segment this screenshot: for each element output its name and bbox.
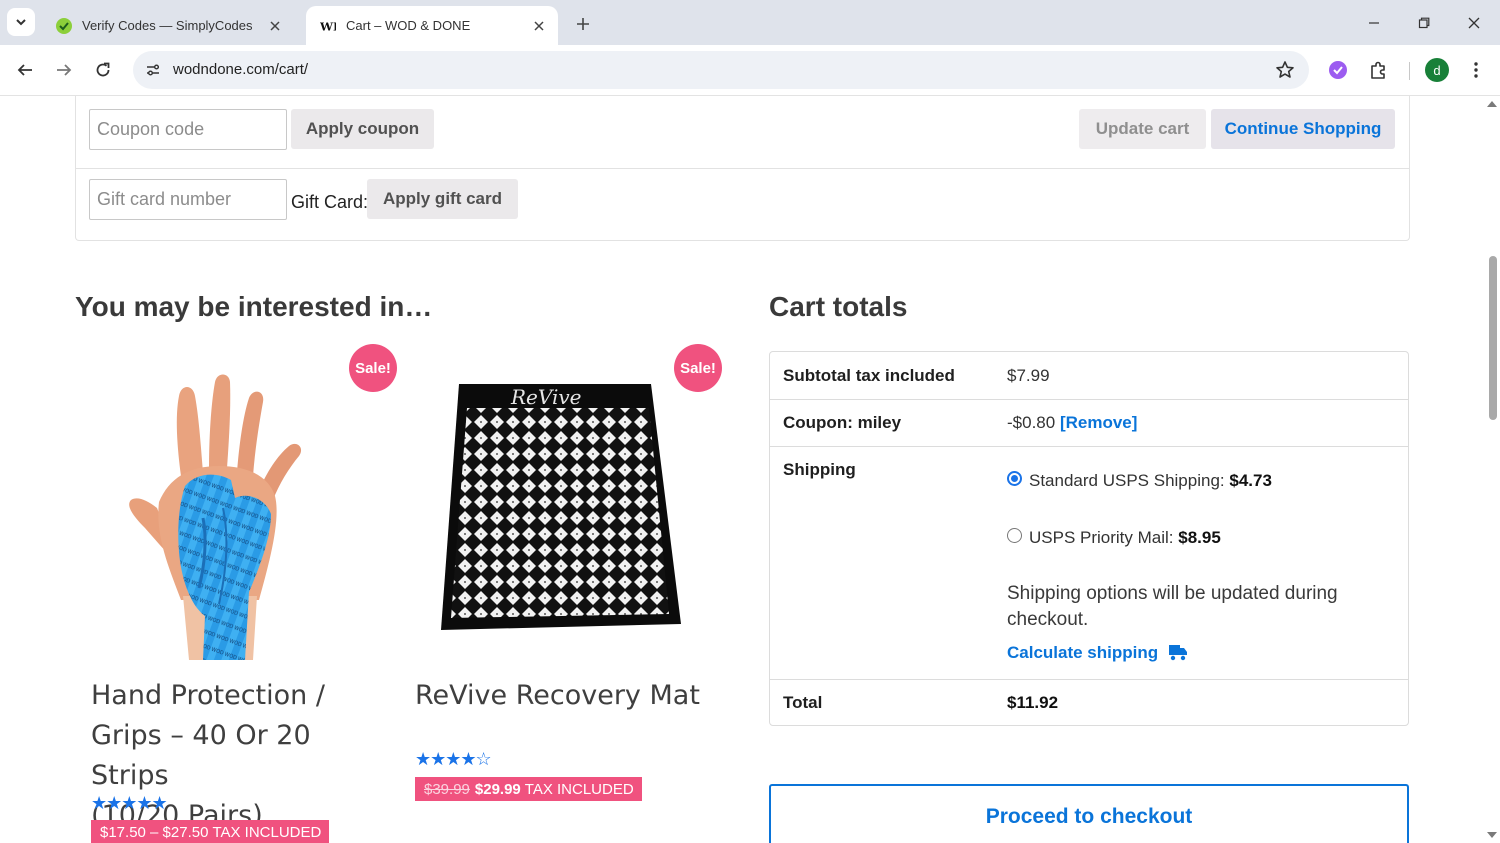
cart-totals-title: Cart totals: [769, 291, 908, 322]
proceed-to-checkout-button[interactable]: Proceed to checkout: [769, 784, 1409, 843]
coupon-discount: -$0.80: [1007, 413, 1056, 432]
calculate-shipping-link[interactable]: Calculate shipping: [1007, 643, 1188, 663]
browser-toolbar: wodndone.com/cart/ d: [0, 45, 1500, 96]
row-divider: [770, 399, 1408, 400]
row-divider: [770, 446, 1408, 447]
update-cart-button[interactable]: Update cart: [1079, 109, 1206, 149]
hand-protection-image[interactable]: WOD: [119, 368, 329, 660]
minimize-icon: [1369, 22, 1379, 24]
restore-icon: [1418, 17, 1430, 29]
star-rating: ★★★★★: [91, 793, 168, 813]
simplycodes-favicon-icon: [56, 17, 72, 34]
shipping-option-price: $4.73: [1229, 471, 1272, 490]
apply-gift-card-button[interactable]: Apply gift card: [367, 179, 518, 219]
product-title-line: Hand Protection /: [91, 680, 325, 711]
profile-avatar[interactable]: d: [1425, 58, 1449, 82]
tab-search-button[interactable]: [7, 8, 35, 36]
coupon-value-cell: -$0.80 [Remove]: [1007, 413, 1137, 433]
product-title-line: Grips – 40 Or 20 Strips: [91, 720, 311, 791]
scrollbar-thumb[interactable]: [1489, 256, 1497, 420]
price-tag: $17.50 – $27.50 TAX INCLUDED: [91, 820, 330, 843]
shipping-option-price: $8.95: [1178, 528, 1221, 547]
tab-simplycodes[interactable]: Verify Codes — SimplyCodes: [42, 6, 294, 45]
calculate-shipping-label: Calculate shipping: [1007, 643, 1159, 662]
product-card-revive-mat[interactable]: ReVive Sale! ReVive Recovery Mat ★★★★☆ $…: [415, 344, 725, 843]
cart-totals-table: Subtotal tax included $7.99 Coupon: mile…: [769, 351, 1409, 726]
chevron-down-icon: [16, 19, 26, 26]
close-icon: [1468, 17, 1480, 29]
continue-shopping-button[interactable]: Continue Shopping: [1211, 109, 1395, 149]
remove-coupon-link[interactable]: [Remove]: [1060, 413, 1137, 432]
star-rating: ★★★★☆: [415, 749, 492, 769]
arrow-right-icon: [57, 64, 72, 76]
coupon-code-input[interactable]: [89, 109, 287, 150]
shipping-option-standard[interactable]: Standard USPS Shipping: $4.73: [1029, 471, 1272, 491]
price-range: $17.50 – $27.50: [100, 823, 209, 841]
divider: [75, 168, 1410, 169]
reload-icon: [96, 62, 110, 77]
sale-badge: Sale!: [349, 344, 397, 392]
reload-button[interactable]: [89, 56, 117, 84]
gift-card-input[interactable]: [89, 179, 287, 220]
tax-note: TAX INCLUDED: [212, 823, 322, 841]
sale-badge: Sale!: [674, 344, 722, 392]
minimize-button[interactable]: [1361, 10, 1387, 36]
address-bar[interactable]: wodndone.com/cart/: [133, 51, 1309, 89]
wodndone-favicon-icon: WD: [320, 18, 336, 34]
close-window-button[interactable]: [1461, 10, 1487, 36]
back-button[interactable]: [11, 56, 39, 84]
total-label: Total: [783, 693, 823, 712]
shipping-radio-priority[interactable]: [1007, 528, 1022, 543]
coupon-label: Coupon: miley: [783, 413, 902, 432]
shipping-option-priority[interactable]: USPS Priority Mail: $8.95: [1029, 528, 1221, 548]
tab-strip: Verify Codes — SimplyCodes WD Cart – WOD…: [0, 0, 1500, 45]
shipping-option-label: Standard USPS Shipping:: [1029, 471, 1225, 490]
url-text: wodndone.com/cart/: [173, 61, 309, 78]
subtotal-value: $7.99: [1007, 366, 1050, 385]
scroll-up-icon[interactable]: [1487, 101, 1497, 107]
tab-close-icon[interactable]: [530, 17, 548, 35]
tab-title: Cart – WOD & DONE: [346, 18, 471, 33]
product-card-hand-protection[interactable]: WOD Sale! Hand Protection / Grips – 40 O…: [91, 344, 401, 843]
svg-text:WD: WD: [320, 19, 336, 33]
subtotal-label: Subtotal tax included: [783, 366, 955, 385]
plus-icon: [577, 18, 589, 30]
forward-button[interactable]: [50, 56, 78, 84]
tab-cart[interactable]: WD Cart – WOD & DONE: [306, 6, 558, 45]
tax-note: TAX INCLUDED: [524, 780, 634, 798]
product-title[interactable]: ReVive Recovery Mat: [415, 676, 715, 716]
sale-price: $29.99: [474, 780, 521, 798]
mat-brand-text: ReVive: [510, 385, 582, 409]
truck-icon: [1169, 645, 1188, 661]
tab-close-icon[interactable]: [266, 17, 284, 35]
simplycodes-extension-icon[interactable]: [1326, 58, 1350, 82]
cross-sells-title: You may be interested in…: [75, 291, 433, 322]
scroll-down-icon[interactable]: [1487, 832, 1497, 838]
tune-icon[interactable]: [142, 59, 164, 81]
arrow-left-icon: [17, 64, 32, 76]
old-price: $39.99: [424, 780, 470, 798]
restore-button[interactable]: [1411, 10, 1437, 36]
product-title-line: ReVive Recovery Mat: [415, 680, 700, 711]
shipping-option-label: USPS Priority Mail:: [1029, 528, 1174, 547]
puzzle-icon[interactable]: [1366, 58, 1390, 82]
gift-card-label: Gift Card:: [291, 192, 369, 212]
shipping-radio-standard[interactable]: [1007, 471, 1022, 486]
toolbar-separator: [1409, 62, 1410, 80]
page-scrollbar[interactable]: [1485, 96, 1500, 843]
shipping-note: Shipping options will be updated during …: [1007, 583, 1338, 630]
kebab-menu-icon[interactable]: [1464, 58, 1488, 82]
price-tag: $39.99 $29.99 TAX INCLUDED: [415, 777, 642, 801]
page-viewport: Apply coupon Update cart Continue Shoppi…: [0, 96, 1500, 843]
new-tab-button[interactable]: [570, 11, 596, 37]
tab-title: Verify Codes — SimplyCodes: [82, 18, 253, 33]
total-value: $11.92: [1007, 693, 1059, 712]
star-icon[interactable]: [1275, 60, 1295, 80]
revive-mat-image[interactable]: ReVive: [441, 382, 683, 634]
row-divider: [770, 679, 1408, 680]
shipping-label: Shipping: [783, 460, 856, 479]
apply-coupon-button[interactable]: Apply coupon: [291, 109, 434, 149]
